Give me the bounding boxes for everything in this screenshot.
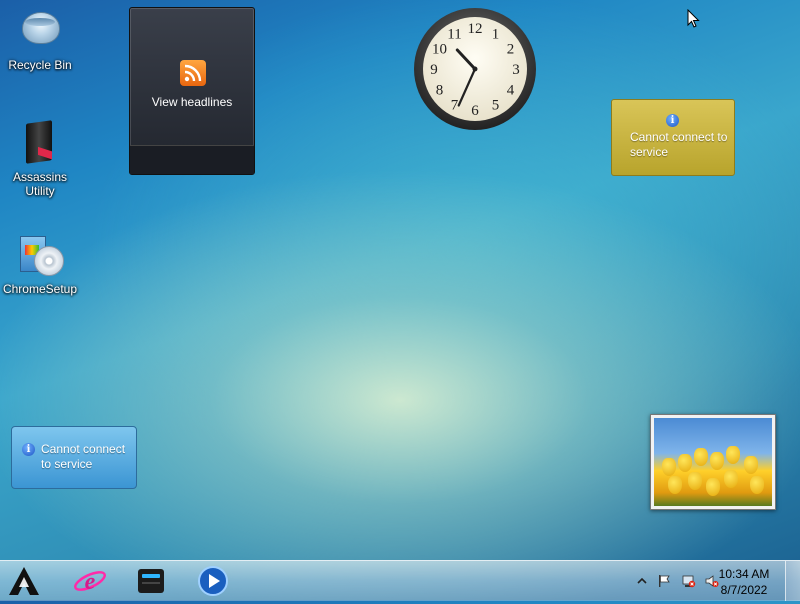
- clock-numeral: 10: [432, 42, 447, 58]
- desktop-icon-recycle-bin[interactable]: Recycle Bin: [2, 6, 78, 72]
- weather-error-message: Cannot connect to service: [630, 130, 728, 159]
- file-manager-button[interactable]: [133, 563, 169, 599]
- desktop-icon-label: Assassins Utility: [12, 170, 68, 198]
- desktop-icon-label: Recycle Bin: [8, 58, 72, 72]
- currency-gadget[interactable]: i Cannot connect to service: [11, 426, 137, 489]
- taskbar-time: 10:34 AM: [718, 567, 770, 581]
- assassins-utility-icon: [16, 118, 64, 166]
- installer-icon: [16, 230, 64, 278]
- taskbar-clock[interactable]: 10:34 AM 8/7/2022: [712, 566, 776, 598]
- file-manager-icon: [138, 569, 164, 593]
- system-tray: 10:34 AM 8/7/2022: [615, 561, 800, 601]
- taskbar-date: 8/7/2022: [720, 583, 768, 597]
- feed-headlines-gadget[interactable]: View headlines: [129, 7, 255, 175]
- recycle-bin-icon: [16, 6, 64, 54]
- internet-explorer-icon: e: [74, 569, 106, 595]
- mouse-cursor-icon: [687, 9, 700, 28]
- currency-error-message: Cannot connect to service: [41, 442, 126, 471]
- svg-text:e: e: [85, 569, 96, 595]
- media-player-icon: [198, 566, 228, 596]
- media-player-button[interactable]: [195, 563, 231, 599]
- weather-gadget[interactable]: i Cannot connect to service: [611, 99, 735, 176]
- clock-numeral: 3: [512, 62, 520, 78]
- network-disconnected-icon[interactable]: [682, 574, 696, 588]
- feed-gadget-footer: [130, 145, 254, 174]
- start-logo-icon: [9, 567, 39, 595]
- slideshow-gadget[interactable]: [650, 414, 776, 510]
- view-headlines-link[interactable]: View headlines: [130, 95, 254, 109]
- desktop-icon-assassins-utility[interactable]: Assassins Utility: [2, 118, 78, 198]
- clock-numeral: 8: [436, 83, 444, 99]
- clock-numeral: 5: [492, 98, 500, 114]
- clock-numeral: 11: [447, 27, 461, 43]
- analog-clock-face: 1234567891011 12: [414, 8, 536, 130]
- clock-numeral: 6: [471, 103, 479, 119]
- action-center-flag-icon[interactable]: [657, 574, 671, 588]
- clock-numeral: 1: [492, 27, 500, 43]
- taskbar: e 10:34 AM 8/7/2022: [0, 560, 800, 601]
- info-icon: i: [22, 443, 35, 456]
- clock-numeral: 12: [468, 21, 483, 37]
- clock-numeral: 9: [430, 62, 438, 78]
- desktop-icon-label: ChromeSetup: [2, 282, 78, 296]
- show-desktop-button[interactable]: [785, 561, 800, 601]
- clock-gadget[interactable]: 1 2 3 4 5 6 7 8 9 10 11 12: [413, 7, 537, 131]
- rss-icon: [180, 60, 206, 86]
- info-icon: i: [666, 114, 679, 127]
- clock-numeral: 4: [507, 83, 515, 99]
- desktop-icon-chromesetup[interactable]: ChromeSetup: [2, 230, 78, 296]
- tulips-photo: [654, 418, 772, 506]
- show-hidden-icons-chevron[interactable]: [635, 574, 649, 588]
- internet-explorer-button[interactable]: e: [72, 563, 108, 599]
- clock-numeral: 7: [451, 98, 459, 114]
- clock-numeral: 2: [507, 42, 515, 58]
- start-button[interactable]: [6, 563, 42, 599]
